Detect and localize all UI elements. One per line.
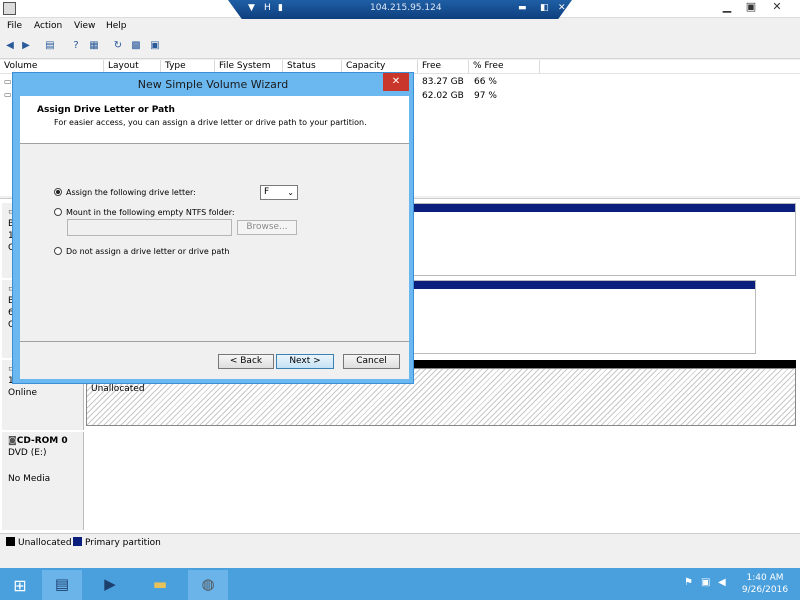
menu-action[interactable]: Action — [34, 21, 62, 31]
maximize-button[interactable]: ▣ — [740, 0, 762, 16]
taskbar-computer-management[interactable]: ◍ — [188, 570, 228, 600]
cdrom-drive: DVD (E:) — [8, 448, 47, 458]
disk-1-partition[interactable] — [410, 280, 756, 354]
forward-arrow-icon[interactable]: ▶ — [20, 40, 32, 52]
browse-button[interactable]: Browse... — [237, 220, 297, 235]
legend: Unallocated Primary partition — [0, 533, 800, 550]
clock-date: 9/26/2016 — [741, 585, 789, 595]
legend-unallocated: Unallocated — [6, 537, 72, 548]
volume-free-space: 83.27 GB — [422, 77, 464, 87]
export-icon[interactable]: ▣ — [149, 40, 161, 52]
wizard-footer-divider — [20, 341, 409, 342]
radio-assign-letter-label: Assign the following drive letter: — [66, 188, 196, 197]
volume-free-space: 62.02 GB — [422, 91, 464, 101]
wizard-title: New Simple Volume Wizard — [137, 78, 289, 91]
wizard-close-button[interactable]: ✕ — [383, 73, 409, 91]
pin-icon[interactable]: ▼ — [248, 3, 255, 13]
taskbar-file-explorer[interactable]: ▬ — [140, 570, 180, 600]
console-tree-icon[interactable]: ▤ — [44, 40, 56, 52]
rescan-icon[interactable]: ▩ — [130, 40, 142, 52]
refresh-icon[interactable]: ↻ — [112, 40, 124, 52]
wizard-heading: Assign Drive Letter or Path — [37, 105, 175, 115]
radio-mount-folder-label: Mount in the following empty NTFS folder… — [66, 208, 235, 217]
unallocated-label: Unallocated — [91, 384, 145, 394]
wizard-subheading: For easier access, you can assign a driv… — [54, 118, 367, 127]
windows-logo-icon: ⊞ — [13, 576, 27, 595]
column-free-space[interactable]: Free Spa... — [418, 60, 469, 84]
legend-primary: Primary partition — [73, 537, 161, 548]
cancel-button[interactable]: Cancel — [343, 354, 400, 369]
app-icon — [3, 2, 16, 15]
network-icon[interactable]: ▣ — [701, 577, 710, 588]
rdp-connection-bar[interactable]: ▼ H ▮ 104.215.95.124 ▬ ◧ ✕ — [228, 0, 572, 19]
rdp-ip-address: 104.215.95.124 — [370, 3, 442, 13]
radio-mount-folder[interactable] — [54, 208, 62, 216]
mount-folder-path-input[interactable] — [67, 219, 232, 236]
chevron-down-icon: ⌄ — [287, 188, 294, 197]
cdrom-name: CD-ROM 0 — [16, 436, 68, 446]
disk-0-partition[interactable] — [410, 203, 796, 276]
disk-2-status: Online — [8, 388, 38, 398]
radio-no-letter-label: Do not assign a drive letter or drive pa… — [66, 247, 230, 256]
volume-percent-free: 97 % — [474, 91, 497, 101]
wizard-titlebar[interactable]: New Simple Volume Wizard — [12, 73, 414, 95]
minimize-button[interactable]: ▁ — [716, 0, 738, 16]
cdrom-info[interactable]: ◙CD-ROM 0 DVD (E:) No Media — [2, 432, 84, 530]
computer-management-icon: ◍ — [201, 575, 215, 593]
taskbar-powershell[interactable]: ▶ — [90, 570, 130, 600]
menu-help[interactable]: Help — [106, 21, 127, 31]
column-percent-free[interactable]: % Free — [469, 60, 540, 73]
signal-icon: ▮ — [278, 3, 283, 13]
minimize-icon[interactable]: ▬ — [518, 3, 527, 13]
restore-icon[interactable]: ◧ — [540, 3, 549, 13]
powershell-icon: ▶ — [104, 575, 116, 593]
drive-letter-select[interactable]: F ⌄ — [260, 185, 298, 200]
radio-assign-letter[interactable] — [54, 188, 62, 196]
volume-drive-icon: ▭ — [4, 90, 12, 99]
next-button[interactable]: Next > — [276, 354, 334, 369]
volume-percent-free: 66 % — [474, 77, 497, 87]
folder-icon: ▬ — [152, 575, 168, 593]
close-button[interactable]: ✕ — [766, 0, 788, 16]
flag-icon[interactable]: ⚑ — [684, 577, 693, 588]
help-icon[interactable]: ? — [70, 40, 82, 52]
speaker-muted-icon[interactable]: ◀ — [718, 577, 726, 588]
menu-file[interactable]: File — [7, 21, 22, 31]
cdrom-icon: ◙ — [8, 436, 17, 446]
taskbar-clock[interactable]: 1:40 AM 9/26/2016 — [735, 572, 795, 596]
back-arrow-icon[interactable]: ◀ — [4, 40, 16, 52]
menu-view[interactable]: View — [74, 21, 95, 31]
volume-drive-icon: ▭ — [4, 77, 12, 86]
cdrom-status: No Media — [8, 474, 51, 484]
taskbar-server-manager[interactable]: ▤ — [42, 570, 82, 600]
radio-no-letter[interactable] — [54, 247, 62, 255]
clock-time: 1:40 AM — [746, 573, 784, 583]
back-button[interactable]: < Back — [218, 354, 274, 369]
properties-icon[interactable]: ▦ — [88, 40, 100, 52]
start-button[interactable]: ⊞ — [0, 570, 40, 600]
server-manager-icon: ▤ — [54, 575, 70, 593]
drive-letter-value: F — [264, 187, 270, 197]
connection-icon: H — [264, 3, 271, 13]
